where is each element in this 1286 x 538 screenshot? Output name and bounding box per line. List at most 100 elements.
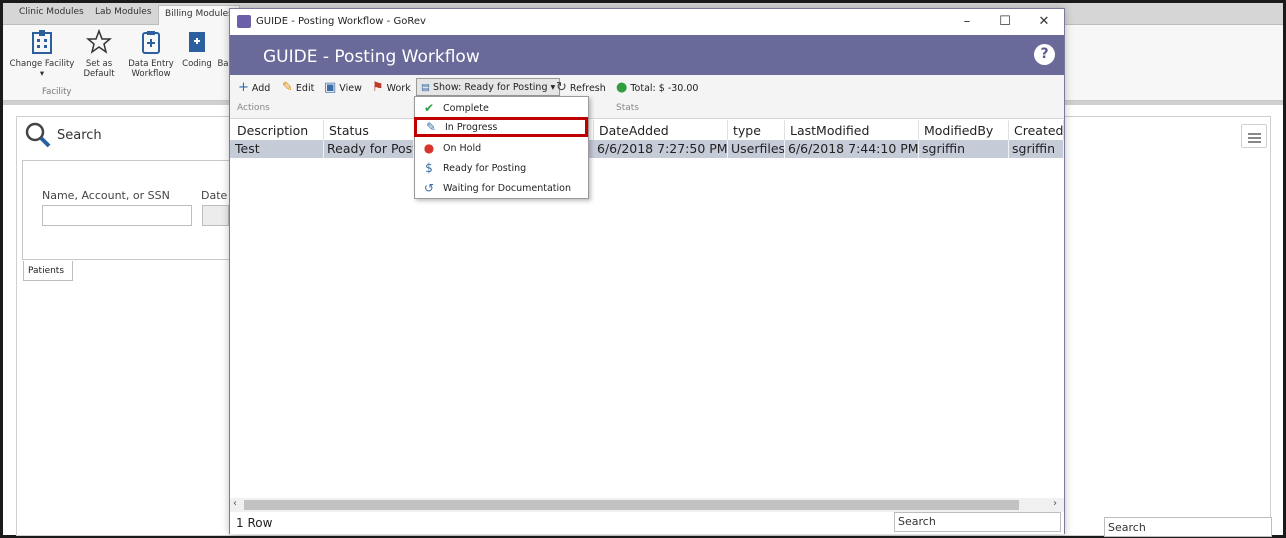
menu-item-in-progress[interactable]: ✎ In Progress — [414, 117, 588, 137]
close-button[interactable]: ✕ — [1029, 12, 1059, 32]
window-title: GUIDE - Posting Workflow - GoRev — [256, 16, 426, 27]
clock-refresh-icon: ↺ — [423, 181, 435, 195]
show-filter-label: Show: Ready for Posting — [432, 81, 548, 93]
dialog-header: GUIDE - Posting Workflow ? — [230, 35, 1064, 75]
data-entry-workflow-button[interactable]: Data Entry Workflow — [127, 29, 175, 79]
flag-icon: ⚑ — [372, 80, 384, 95]
scroll-right-icon[interactable]: › — [1053, 498, 1057, 509]
cell-date-added: 6/6/2018 7:27:50 PM — [594, 140, 728, 158]
actions-section-label: Actions — [237, 103, 270, 113]
plus-icon: + — [238, 80, 249, 95]
search-icon — [25, 122, 51, 151]
chevron-down-icon: ▾ — [550, 81, 556, 93]
cell-created-by: sgriffin — [1009, 140, 1064, 158]
coding-label: Coding — [182, 59, 212, 69]
menu-item-label: Waiting for Documentation — [443, 182, 571, 194]
add-button[interactable]: + Add — [238, 80, 271, 95]
view-icon: ▣ — [324, 80, 337, 95]
add-label: Add — [251, 82, 271, 94]
stats-section-label: Stats — [616, 103, 639, 113]
menu-item-on-hold[interactable]: ● On Hold — [415, 138, 588, 158]
book-icon — [217, 29, 229, 55]
cell-description: Test — [232, 140, 324, 158]
help-icon[interactable]: ? — [1034, 44, 1055, 65]
menu-item-label: Complete — [443, 102, 489, 114]
menu-item-label: On Hold — [443, 142, 482, 154]
refresh-icon: ↻ — [556, 80, 567, 95]
building-icon — [29, 29, 55, 55]
check-icon: ✔ — [423, 101, 435, 115]
tab-billing-modules[interactable]: Billing Modules — [158, 5, 240, 25]
change-facility-label: Change Facility — [9, 59, 75, 69]
menu-item-complete[interactable]: ✔ Complete — [415, 98, 588, 118]
tab-clinic-modules[interactable]: Clinic Modules — [19, 7, 84, 17]
background-search-input[interactable]: Search — [1104, 517, 1272, 537]
work-button[interactable]: ⚑ Work — [372, 80, 411, 95]
refresh-button[interactable]: ↻ Refresh — [556, 80, 606, 95]
cell-modified-by: sgriffin — [919, 140, 1009, 158]
edit-note-icon: ✎ — [425, 120, 437, 134]
dialog-footer: 1 Row Search — [230, 512, 1064, 534]
show-filter-dropdown[interactable]: ▤ Show: Ready for Posting ▾ — [416, 78, 561, 96]
total-label: Total: $ -30.00 — [630, 82, 699, 94]
data-entry-workflow-label: Data Entry Workflow — [128, 59, 174, 79]
date-label: Date o — [201, 189, 229, 202]
view-button[interactable]: ▣ View — [324, 80, 362, 95]
gorev-app-icon — [237, 15, 251, 28]
maximize-button[interactable]: ☐ — [990, 12, 1020, 32]
coding-button[interactable]: Coding — [181, 29, 213, 69]
column-header-description[interactable]: Description — [232, 120, 324, 140]
view-label: View — [339, 82, 362, 94]
horizontal-scrollbar[interactable]: ‹ › — [230, 498, 1064, 512]
money-icon: $ — [425, 161, 433, 175]
cell-status: Ready for Post — [324, 140, 414, 158]
alert-icon: ● — [423, 141, 435, 155]
work-label: Work — [386, 82, 411, 94]
book-icon — [184, 29, 210, 55]
search-title: Search — [57, 128, 102, 143]
tab-lab-modules[interactable]: Lab Modules — [95, 7, 152, 17]
tab-patients[interactable]: Patients — [23, 261, 73, 281]
menu-icon[interactable] — [1241, 124, 1267, 148]
pencil-icon: ✎ — [282, 80, 293, 95]
name-account-ssn-label: Name, Account, or SSN — [42, 189, 170, 202]
toolbar: + Add ✎ Edit ▣ View ⚑ Work ▤ Show: Ready for … — [230, 75, 1064, 119]
screen-frame: Clinic Modules Lab Modules Billing Modul… — [0, 0, 1286, 538]
scrollbar-thumb[interactable] — [244, 500, 1019, 510]
column-header-last-modified[interactable]: LastModified — [785, 120, 919, 140]
menu-item-waiting-for-documentation[interactable]: ↺ Waiting for Documentation — [415, 178, 588, 198]
billing-label: Ba — [217, 59, 229, 69]
menu-item-ready-for-posting[interactable]: $ Ready for Posting — [415, 158, 588, 178]
column-header-modified-by[interactable]: ModifiedBy — [919, 120, 1009, 140]
filter-icon: ▤ — [421, 81, 430, 93]
billing-button[interactable]: Ba — [217, 29, 229, 69]
set-as-default-button[interactable]: Set as Default — [81, 28, 117, 79]
column-header-created-by[interactable]: CreatedB — [1009, 120, 1064, 140]
name-account-ssn-input[interactable] — [42, 205, 192, 226]
minimize-button[interactable]: – — [952, 12, 982, 32]
date-input[interactable] — [202, 205, 229, 226]
dollar-icon: ● — [616, 80, 628, 95]
dialog-search-input[interactable]: Search — [894, 512, 1061, 532]
facility-group-label: Facility — [42, 87, 72, 97]
cell-last-modified: 6/6/2018 7:44:10 PM — [785, 140, 919, 158]
refresh-label: Refresh — [569, 82, 606, 94]
total-display: ● Total: $ -30.00 — [616, 80, 699, 95]
chevron-down-icon: ▾ — [39, 69, 45, 79]
menu-item-label: In Progress — [445, 121, 498, 133]
table-row[interactable]: Test Ready for Post 6/6/2018 7:27:50 PM … — [230, 140, 1064, 158]
scroll-left-icon[interactable]: ‹ — [233, 498, 237, 509]
star-icon — [85, 28, 113, 55]
column-header-date-added[interactable]: DateAdded — [594, 120, 728, 140]
cell-type: Userfiles — [728, 140, 785, 158]
column-header-type[interactable]: type — [728, 120, 785, 140]
workflow-grid: Description Status DateAdded type LastMo… — [230, 120, 1064, 500]
menu-item-label: Ready for Posting — [443, 162, 527, 174]
row-count: 1 Row — [236, 516, 273, 530]
edit-button[interactable]: ✎ Edit — [282, 80, 314, 95]
show-filter-menu: ✔ Complete ✎ In Progress ● On Hold $ Rea… — [414, 96, 589, 199]
set-as-default-label: Set as Default — [83, 59, 115, 79]
change-facility-button[interactable]: Change Facility ▾ — [7, 29, 77, 79]
title-bar: GUIDE - Posting Workflow - GoRev – ☐ ✕ — [230, 9, 1064, 35]
dialog-header-title: GUIDE - Posting Workflow — [263, 47, 480, 67]
